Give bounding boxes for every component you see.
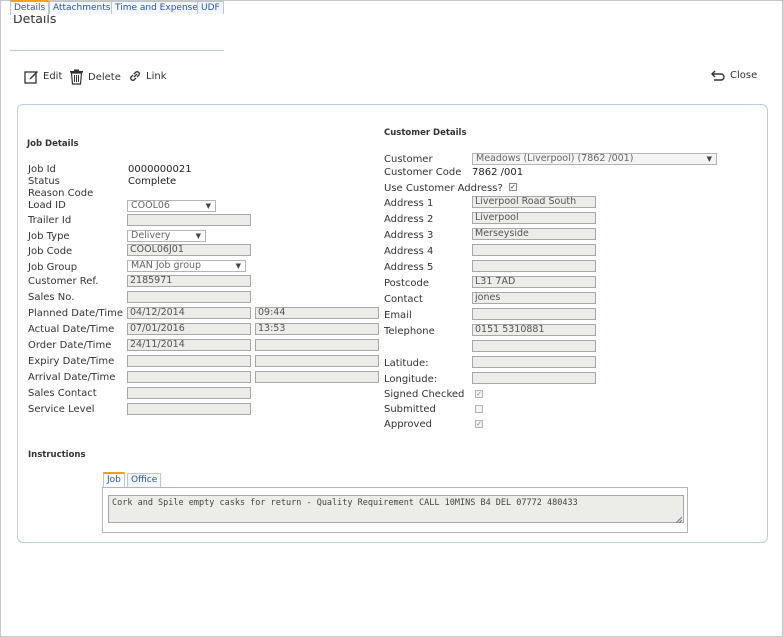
- address5-field[interactable]: [472, 260, 596, 272]
- actual-date-field[interactable]: 07/01/2016: [127, 323, 251, 335]
- address1-label: Address 1: [384, 198, 434, 209]
- customer-details-title: Customer Details: [384, 128, 467, 138]
- use-customer-address-label: Use Customer Address?: [384, 183, 503, 194]
- approved-label: Approved: [384, 419, 432, 430]
- expiry-datetime-label: Expiry Date/Time: [28, 356, 115, 367]
- customer-ref-label: Customer Ref.: [28, 276, 99, 287]
- tab-details[interactable]: Details: [10, 0, 50, 15]
- sales-no-field[interactable]: [127, 291, 251, 303]
- signed-checked-checkbox[interactable]: ✓: [475, 390, 483, 398]
- job-code-field[interactable]: COOL06J01: [127, 244, 251, 256]
- longitude-label: Longitude:: [384, 374, 438, 385]
- customer-code-value: 7862 /001: [472, 167, 524, 178]
- job-id-label: Job Id: [28, 164, 56, 175]
- arrival-date-field[interactable]: [127, 371, 251, 383]
- address4-field[interactable]: [472, 244, 596, 256]
- sales-contact-label: Sales Contact: [28, 388, 97, 399]
- signed-checked-label: Signed Checked: [384, 389, 465, 400]
- link-icon: [128, 69, 142, 83]
- job-type-label: Job Type: [28, 231, 70, 242]
- address4-label: Address 4: [384, 246, 434, 257]
- tab-instructions-job[interactable]: Job: [103, 472, 125, 487]
- address3-label: Address 3: [384, 230, 434, 241]
- close-label: Close: [730, 70, 758, 81]
- service-level-field[interactable]: [127, 403, 251, 415]
- edit-button[interactable]: Edit: [24, 69, 62, 84]
- tab-instructions-office[interactable]: Office: [127, 473, 162, 487]
- address2-field[interactable]: Liverpool: [472, 212, 596, 224]
- latitude-label: Latitude:: [384, 358, 429, 369]
- job-type-select[interactable]: Delivery ▼: [127, 230, 206, 242]
- service-level-label: Service Level: [28, 404, 95, 415]
- address2-label: Address 2: [384, 214, 434, 225]
- address3-field[interactable]: Merseyside: [472, 228, 596, 240]
- load-id-select[interactable]: COOL06 ▼: [127, 200, 216, 212]
- delete-button[interactable]: Delete: [69, 69, 121, 85]
- details-window: Details Details Attachments Time and Exp…: [0, 0, 783, 637]
- actual-time-field[interactable]: 13:53: [255, 323, 379, 335]
- trailer-id-label: Trailer Id: [28, 215, 72, 226]
- customer-code-label: Customer Code: [384, 167, 462, 178]
- arrival-time-field[interactable]: [255, 371, 379, 383]
- trash-icon: [69, 69, 84, 85]
- email-label: Email: [384, 310, 412, 321]
- tab-divider: [10, 50, 224, 51]
- longitude-field[interactable]: [472, 372, 596, 384]
- postcode-field[interactable]: L31 7AD: [472, 276, 596, 288]
- order-datetime-label: Order Date/Time: [28, 340, 112, 351]
- job-id-value: 0000000021: [128, 164, 192, 175]
- tab-udf[interactable]: UDF: [197, 1, 224, 14]
- address1-field[interactable]: Liverpool Road South: [472, 196, 596, 208]
- instructions-textarea[interactable]: Cork and Spile empty casks for return - …: [108, 495, 684, 523]
- load-id-label: Load ID: [28, 200, 66, 211]
- contact-field[interactable]: jones: [472, 292, 596, 304]
- edit-icon: [24, 69, 39, 84]
- planned-datetime-label: Planned Date/Time: [28, 308, 124, 319]
- address5-label: Address 5: [384, 262, 434, 273]
- expiry-date-field[interactable]: [127, 355, 251, 367]
- approved-checkbox[interactable]: ✓: [475, 420, 483, 428]
- planned-time-field[interactable]: 09:44: [255, 307, 379, 319]
- submitted-checkbox[interactable]: [475, 405, 483, 413]
- customer-select[interactable]: Meadows (Liverpool) (7862 /001) ▼: [472, 153, 717, 165]
- latitude-field[interactable]: [472, 356, 596, 368]
- expiry-time-field[interactable]: [255, 355, 379, 367]
- instructions-title: Instructions: [28, 450, 86, 460]
- order-date-field[interactable]: 24/11/2014: [127, 339, 251, 351]
- telephone-field[interactable]: 0151 5310881: [472, 324, 596, 336]
- order-time-field[interactable]: [255, 339, 379, 351]
- tab-attachments[interactable]: Attachments: [49, 1, 115, 14]
- undo-arrow-icon: [711, 69, 726, 82]
- email-field[interactable]: [472, 308, 596, 320]
- reason-code-label: Reason Code: [28, 188, 94, 199]
- delete-label: Delete: [88, 71, 121, 83]
- arrival-datetime-label: Arrival Date/Time: [28, 372, 116, 383]
- sales-contact-field[interactable]: [127, 387, 251, 399]
- tab-time-and-expense[interactable]: Time and Expense: [111, 1, 202, 14]
- resize-grip-icon[interactable]: [675, 515, 683, 524]
- telephone-2-field[interactable]: [472, 340, 596, 352]
- telephone-label: Telephone: [384, 326, 435, 337]
- status-label: Status: [28, 176, 60, 187]
- link-label: Link: [146, 70, 167, 82]
- job-group-label: Job Group: [28, 262, 78, 273]
- actual-datetime-label: Actual Date/Time: [28, 324, 115, 335]
- job-details-title: Job Details: [27, 139, 79, 149]
- submitted-label: Submitted: [384, 404, 436, 415]
- customer-label: Customer: [384, 154, 433, 165]
- status-value: Complete: [128, 176, 177, 187]
- job-code-label: Job Code: [28, 246, 73, 257]
- link-button[interactable]: Link: [128, 69, 166, 83]
- trailer-id-field[interactable]: [127, 214, 251, 226]
- planned-date-field[interactable]: 04/12/2014: [127, 307, 251, 319]
- job-group-select[interactable]: MAN Job group ▼: [127, 260, 246, 272]
- use-customer-address-checkbox[interactable]: ✓: [509, 183, 517, 191]
- customer-ref-field[interactable]: 2185971: [127, 275, 251, 287]
- contact-label: Contact: [384, 294, 423, 305]
- edit-label: Edit: [43, 71, 63, 82]
- sales-no-label: Sales No.: [28, 292, 75, 303]
- close-button[interactable]: Close: [711, 69, 757, 82]
- postcode-label: Postcode: [384, 278, 430, 289]
